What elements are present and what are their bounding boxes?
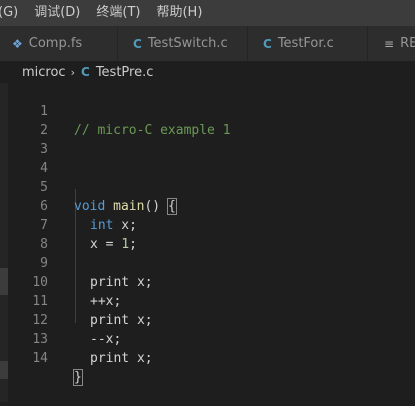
code-line: 7 x = 1; (0, 197, 415, 252)
tab-readme[interactable]: ≡ REA (368, 26, 415, 61)
code-line: 12 --x; (0, 292, 415, 347)
breadcrumb: microc › C TestPre.c (0, 61, 415, 83)
code-line: 4 (0, 140, 415, 176)
fsharp-file-icon: ❖ (12, 36, 23, 51)
close-brace: } (73, 369, 83, 386)
menu-debug[interactable]: 调试(D) (26, 0, 88, 26)
c-file-icon: C (81, 65, 90, 79)
code-text: print x; (90, 351, 153, 366)
tab-label: Comp.fs (28, 36, 83, 51)
menu-bar: (G) 调试(D) 终端(T) 帮助(H) (0, 0, 415, 26)
code-line: 11 print x; (0, 273, 415, 328)
tab-label: REA (400, 36, 415, 51)
tab-label: TestSwitch.c (147, 36, 228, 51)
code-line: 1 // micro-C example 1 (0, 83, 415, 138)
readme-file-icon: ≡ (384, 36, 395, 51)
c-file-icon: C (263, 36, 272, 51)
breadcrumb-file[interactable]: TestPre.c (96, 65, 154, 80)
code-line: 10 ++x; (0, 254, 415, 309)
code-line: 5 void main() { (0, 159, 415, 215)
code-editor[interactable]: 1 // micro-C example 1 2 3 4 5 void main… (0, 83, 415, 402)
code-line: 2 (0, 102, 415, 138)
menu-help[interactable]: 帮助(H) (148, 0, 210, 26)
code-line: 3 (0, 121, 415, 157)
code-line: 13 print x; (0, 311, 415, 366)
tab-label: TestFor.c (277, 36, 334, 51)
code-text: } (73, 368, 83, 387)
menu-go[interactable]: (G) (0, 0, 26, 26)
line-number: 14 (32, 351, 48, 366)
editor-tab-bar: ❖ Comp.fs C TestSwitch.c C TestFor.c ≡ R… (0, 26, 415, 61)
code-line: 6 int x; (0, 178, 415, 233)
menu-terminal[interactable]: 终端(T) (88, 0, 148, 26)
code-line: 8 (0, 216, 415, 252)
code-line: 9 print x; (0, 235, 415, 290)
chevron-right-icon: › (70, 65, 75, 79)
tab-testfor-c[interactable]: C TestFor.c (248, 26, 368, 61)
tab-comp-fs[interactable]: ❖ Comp.fs (0, 26, 118, 61)
tab-testswitch-c[interactable]: C TestSwitch.c (118, 26, 248, 61)
breadcrumb-folder[interactable]: microc (22, 65, 66, 80)
code-line: 14 } (0, 330, 415, 386)
c-file-icon: C (133, 36, 142, 51)
